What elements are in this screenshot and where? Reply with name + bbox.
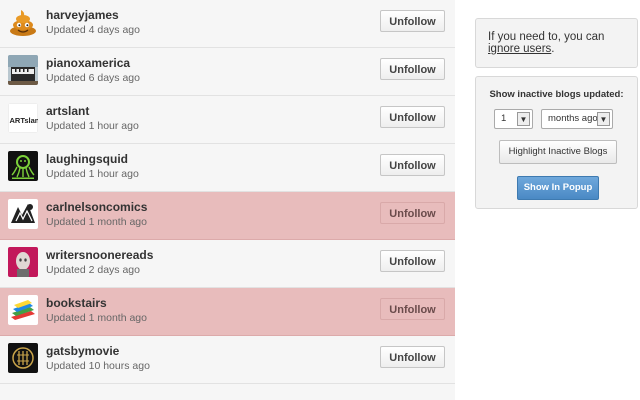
books-avatar[interactable] — [8, 295, 38, 325]
unfollow-button[interactable]: Unfollow — [380, 250, 445, 272]
blog-name[interactable]: laughingsquid — [46, 152, 128, 166]
ignore-users-link[interactable]: ignore users — [488, 43, 551, 55]
blog-name[interactable]: gatsbymovie — [46, 344, 119, 358]
unfollow-button[interactable]: Unfollow — [380, 202, 445, 224]
blog-updated: Updated 1 hour ago — [46, 120, 139, 132]
blog-row: laughingsquid Updated 1 hour ago Unfollo… — [0, 144, 455, 192]
blog-name[interactable]: pianoxamerica — [46, 56, 130, 70]
following-list: harveyjames Updated 4 days ago Unfollow … — [0, 0, 455, 400]
ignore-info-text: If you need to, you can — [488, 31, 605, 43]
ignore-info-period: . — [551, 43, 555, 55]
blog-updated: Updated 2 days ago — [46, 264, 140, 276]
blog-row: ARTslant artslant Updated 1 hour ago Unf… — [0, 96, 455, 144]
blog-updated: Updated 4 days ago — [46, 24, 140, 36]
blog-updated: Updated 1 hour ago — [46, 168, 139, 180]
artslant-logo-text: ARTslant — [10, 116, 39, 125]
blog-row-inactive: carlnelsoncomics Updated 1 month ago Unf… — [0, 192, 455, 240]
show-in-popup-button[interactable]: Show In Popup — [517, 176, 599, 200]
inactive-unit-value: months ago — [548, 113, 598, 124]
blog-updated: Updated 1 month ago — [46, 216, 147, 228]
blog-row: pianoxamerica Updated 6 days ago Unfollo… — [0, 48, 455, 96]
chevron-down-icon: ▼ — [517, 112, 530, 126]
blog-row: writersnoonereads Updated 2 days ago Unf… — [0, 240, 455, 288]
chevron-down-icon: ▼ — [597, 112, 610, 126]
blog-updated: Updated 1 month ago — [46, 312, 147, 324]
face-avatar[interactable] — [8, 247, 38, 277]
inactive-count-select[interactable]: 1 ▼ — [494, 109, 533, 129]
highlight-inactive-button[interactable]: Highlight Inactive Blogs — [499, 140, 617, 164]
blog-updated: Updated 6 days ago — [46, 72, 140, 84]
unfollow-button[interactable]: Unfollow — [380, 10, 445, 32]
inactive-blogs-panel: Show inactive blogs updated: 1 ▼ months … — [475, 76, 638, 209]
piano-photo-avatar[interactable] — [8, 55, 38, 85]
unfollow-button[interactable]: Unfollow — [380, 58, 445, 80]
artslant-logo[interactable]: ARTslant — [8, 103, 38, 133]
ignore-users-panel: If you need to, you can ignore users. — [475, 18, 638, 68]
unfollow-button[interactable]: Unfollow — [380, 106, 445, 128]
unfollow-button[interactable]: Unfollow — [380, 154, 445, 176]
blog-row-partial — [0, 384, 455, 400]
blog-name[interactable]: carlnelsoncomics — [46, 200, 147, 214]
inactive-unit-select[interactable]: months ago ▼ — [541, 109, 613, 129]
blog-row: harveyjames Updated 4 days ago Unfollow — [0, 0, 455, 48]
laughingsquid-logo[interactable] — [8, 151, 38, 181]
blog-name[interactable]: harveyjames — [46, 8, 119, 22]
gatsby-logo[interactable] — [8, 343, 38, 373]
blog-row-inactive: bookstairs Updated 1 month ago Unfollow — [0, 288, 455, 336]
blog-name[interactable]: writersnoonereads — [46, 248, 153, 262]
comic-avatar[interactable] — [8, 199, 38, 229]
blog-name[interactable]: bookstairs — [46, 296, 107, 310]
unfollow-button[interactable]: Unfollow — [380, 298, 445, 320]
blog-updated: Updated 10 hours ago — [46, 360, 150, 372]
blog-name[interactable]: artslant — [46, 104, 89, 118]
inactive-blogs-title: Show inactive blogs updated: — [489, 89, 624, 100]
unfollow-button[interactable]: Unfollow — [380, 346, 445, 368]
blog-row: gatsbymovie Updated 10 hours ago Unfollo… — [0, 336, 455, 384]
inactive-count-value: 1 — [501, 113, 507, 124]
poop-emoji-icon[interactable] — [8, 7, 38, 37]
